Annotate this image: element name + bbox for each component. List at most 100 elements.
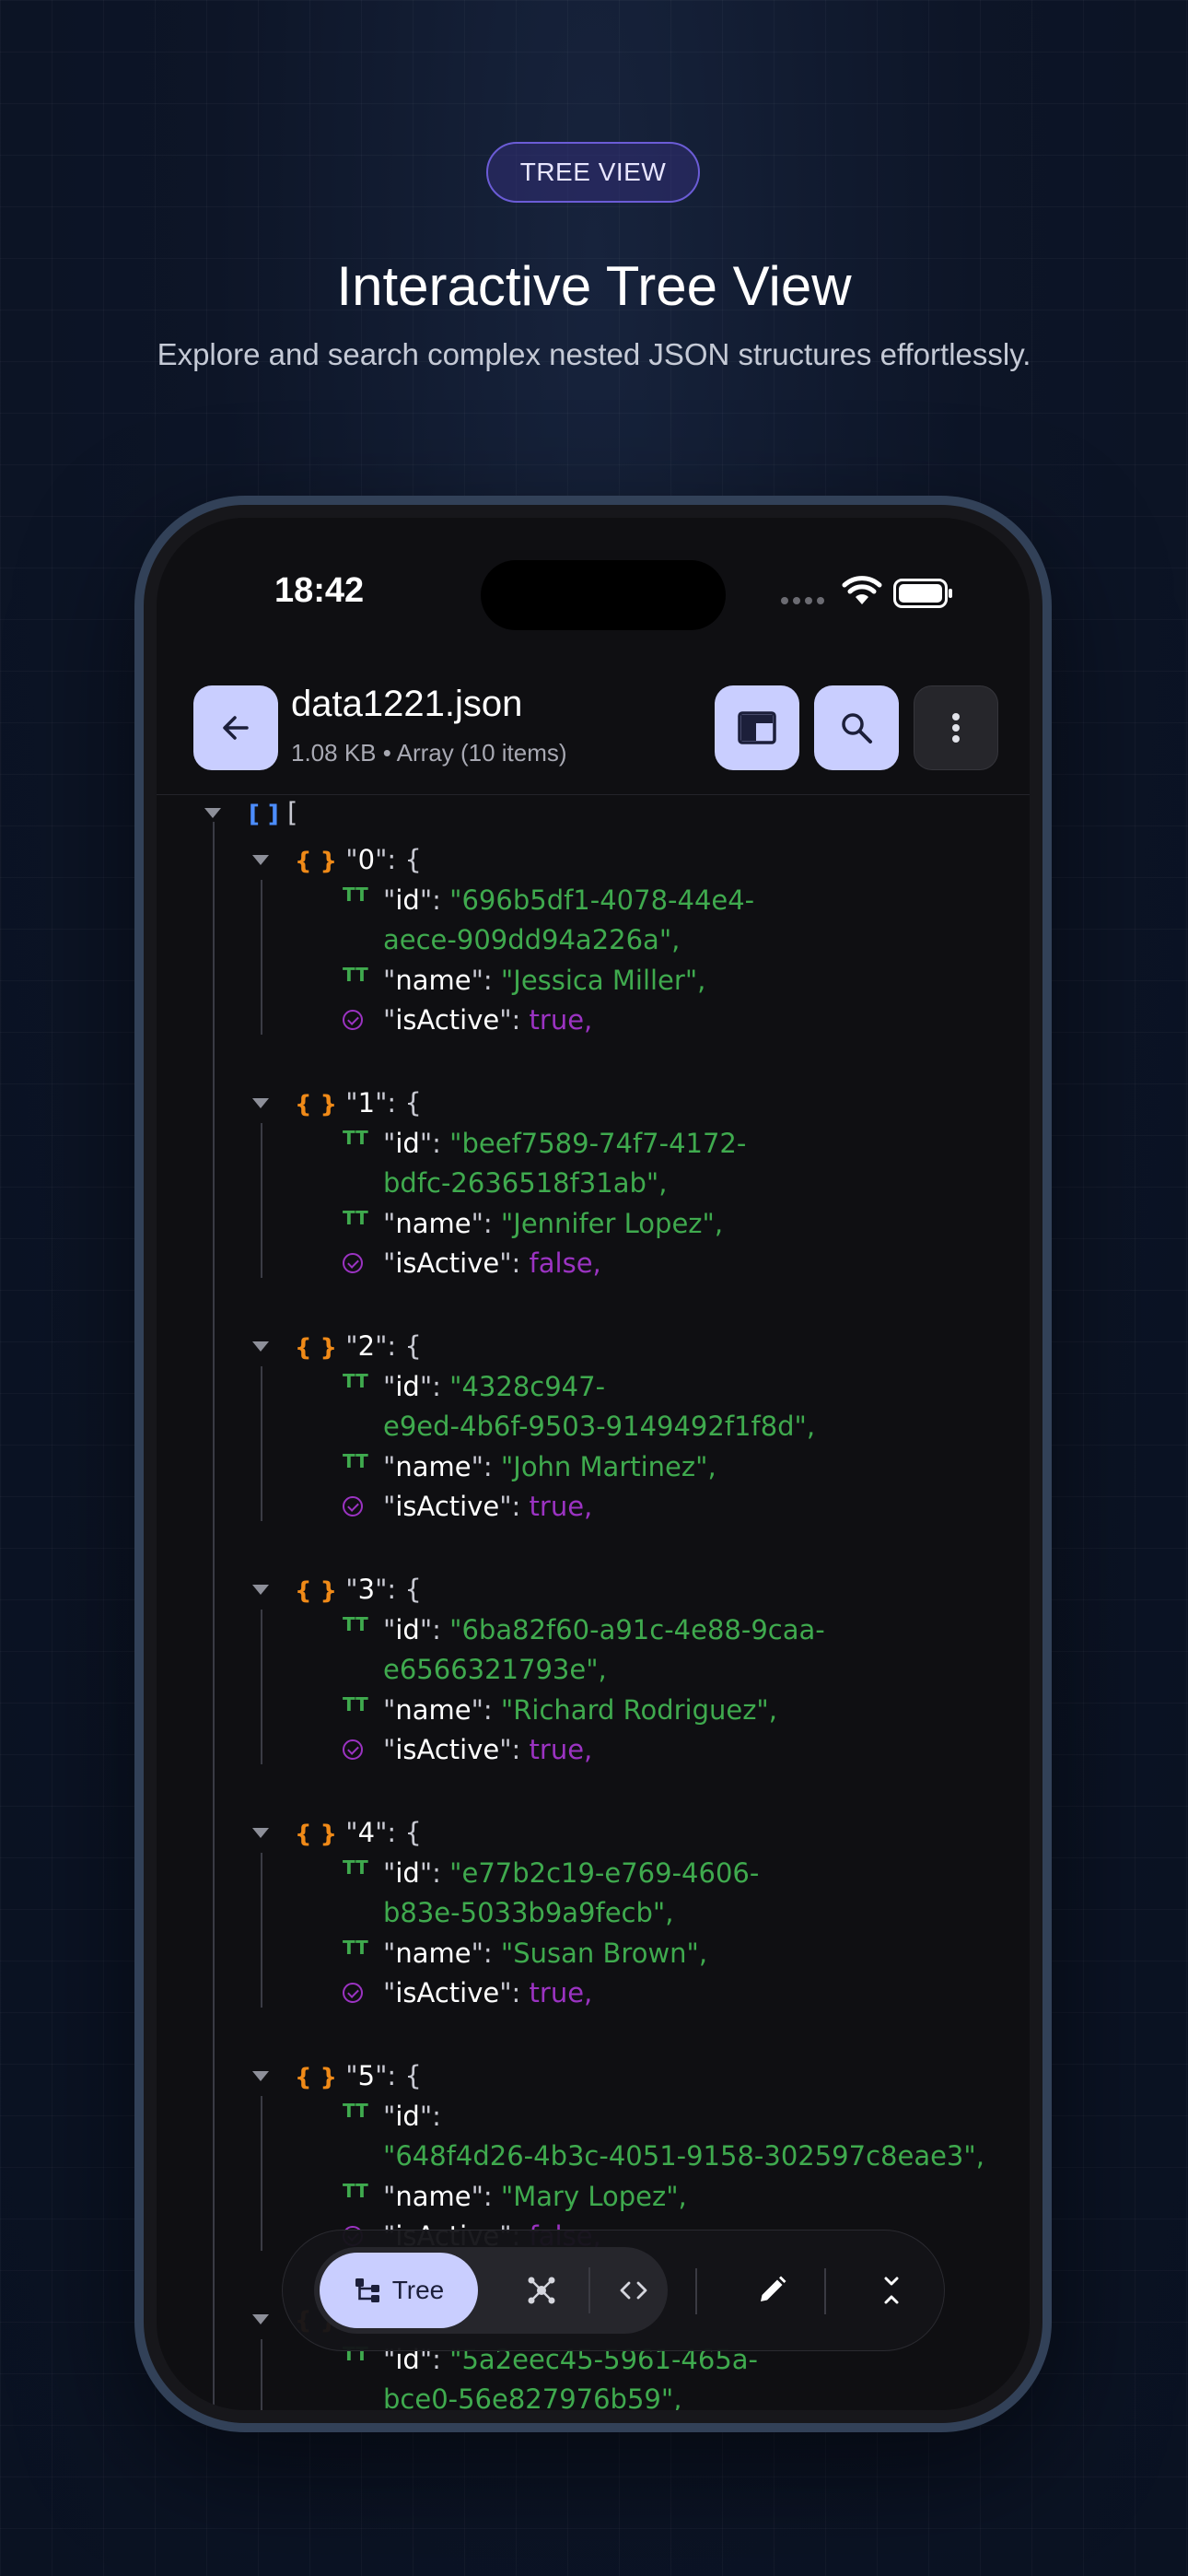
quote: " (383, 1127, 396, 1159)
colon: ": (419, 2100, 441, 2132)
object-index: 0 (357, 844, 376, 875)
window-icon (738, 711, 776, 744)
field-id-continued: e6566321793e", (383, 1651, 607, 1688)
hero-title: Interactive Tree View (336, 255, 852, 317)
field-name: "name": "Mary Lopez", (383, 2178, 687, 2215)
object-node: { } "1": { (295, 1084, 422, 1121)
phone-frame: 18:42 data1221.json 1.08 KB • Array (10 … (134, 496, 1052, 2432)
object-guide-line (261, 1853, 262, 2008)
item-expand-caret[interactable] (252, 1098, 269, 1108)
field-isActive: "isActive": true, (383, 1488, 592, 1525)
graph-view-button[interactable] (504, 2253, 579, 2328)
field-id: "id": "6ba82f60-a91c-4e88-9caa- (383, 1611, 825, 1648)
segment-divider (588, 2267, 590, 2313)
window-toggle-button[interactable] (715, 685, 799, 770)
battery-icon (893, 579, 952, 608)
quote: " (383, 1450, 396, 1482)
cellular-signal-icon (781, 597, 824, 604)
field-key: isActive (395, 1004, 500, 1036)
name-value: "John Martinez", (500, 1450, 716, 1482)
more-vertical-icon (952, 713, 960, 743)
isActive-value: true, (529, 1004, 593, 1036)
item-expand-caret[interactable] (252, 1341, 269, 1352)
field-id-continued: e9ed-4b6f-9503-9149492f1f8d", (383, 1408, 815, 1445)
root-expand-caret[interactable] (204, 808, 221, 818)
item-expand-caret[interactable] (252, 2314, 269, 2324)
object-node: { } "5": { (295, 2057, 422, 2094)
field-id-continued: b83e-5033b9a9fecb", (383, 1894, 673, 1931)
name-value: "Jessica Miller", (500, 964, 706, 996)
edit-button[interactable] (734, 2253, 809, 2328)
field-id-continued: bce0-56e827976b59", (383, 2381, 681, 2410)
field-id: "id": (383, 2098, 441, 2135)
feature-badge: TREE VIEW (486, 142, 700, 203)
item-expand-caret[interactable] (252, 2071, 269, 2081)
quote: " (383, 1734, 396, 1766)
field-key: id (395, 1370, 420, 1402)
item-expand-caret[interactable] (252, 855, 269, 865)
tree-view-button[interactable]: Tree (320, 2253, 478, 2328)
name-value: "Mary Lopez", (500, 2180, 687, 2212)
field-key: isActive (395, 1491, 500, 1523)
id-value-line-1: "6ba82f60-a91c-4e88-9caa- (449, 1613, 825, 1645)
array-icon: [ ] (249, 801, 279, 828)
field-id: "id": "696b5df1-4078-44e4- (383, 882, 754, 919)
search-button[interactable] (814, 685, 899, 770)
more-options-button[interactable] (914, 685, 998, 770)
field-key: name (395, 2180, 472, 2212)
object-icon: { } (295, 1821, 338, 1848)
tree-structure-icon (355, 2278, 379, 2302)
boolean-type-icon (343, 1983, 363, 2004)
field-name: "name": "Richard Rodriguez", (383, 1692, 777, 1728)
quote: " (383, 1370, 396, 1402)
collapse-icon (884, 2277, 899, 2304)
field-name: "name": "Jessica Miller", (383, 962, 705, 999)
object-icon: { } (295, 1091, 338, 1118)
string-type-icon: TT (343, 1612, 368, 1635)
item-expand-caret[interactable] (252, 1828, 269, 1838)
search-icon (842, 713, 872, 744)
quote: " (337, 1817, 358, 1848)
code-view-button[interactable] (596, 2253, 671, 2328)
arrow-left-icon (223, 716, 249, 740)
toolbar-divider (695, 2268, 697, 2314)
view-mode-switcher: Tree (314, 2247, 668, 2334)
id-value-line-2: "648f4d26-4b3c-4051-9158-302597c8eae3", (383, 2140, 984, 2172)
object-node: { } "3": { (295, 1571, 422, 1608)
string-type-icon: TT (343, 1936, 368, 1959)
colon: ": (471, 1937, 501, 1969)
quote: " (383, 1977, 396, 2009)
field-id-continued: bdfc-2636518f31ab", (383, 1165, 667, 1201)
quote: " (337, 1574, 358, 1605)
quote: " (383, 1937, 396, 1969)
isActive-value: true, (529, 1734, 593, 1766)
quote: " (383, 1856, 396, 1889)
field-name: "name": "Jennifer Lopez", (383, 1205, 723, 1242)
id-value-line-1: "696b5df1-4078-44e4- (449, 884, 755, 916)
string-type-icon: TT (343, 1369, 368, 1392)
pencil-icon (761, 2276, 786, 2301)
field-key: name (395, 1937, 472, 1969)
object-icon: { } (295, 848, 338, 875)
quote: " (383, 1491, 396, 1523)
field-key: name (395, 964, 472, 996)
item-expand-caret[interactable] (252, 1585, 269, 1595)
colon: ": (419, 1127, 450, 1159)
colon: ": (471, 2180, 501, 2212)
field-id: "id": "beef7589-74f7-4172- (383, 1125, 746, 1162)
string-type-icon: TT (343, 883, 368, 906)
field-key: name (395, 1207, 472, 1239)
collapse-all-button[interactable] (854, 2253, 929, 2328)
file-meta: 1.08 KB • Array (10 items) (291, 739, 567, 767)
colon: ": (499, 1977, 530, 2009)
json-tree: [ ] [{ } "0": {TT "id": "696b5df1-4078-44… (157, 794, 1030, 2410)
string-type-icon: TT (343, 1126, 368, 1149)
quote: " (337, 1330, 358, 1362)
back-button[interactable] (193, 685, 278, 770)
id-value-line-1: "4328c947- (449, 1370, 606, 1402)
field-id-continued: "648f4d26-4b3c-4051-9158-302597c8eae3", (383, 2137, 984, 2174)
wifi-icon (842, 576, 882, 604)
dynamic-island (481, 560, 726, 630)
file-name: data1221.json (291, 684, 523, 724)
object-guide-line (261, 1123, 262, 1278)
